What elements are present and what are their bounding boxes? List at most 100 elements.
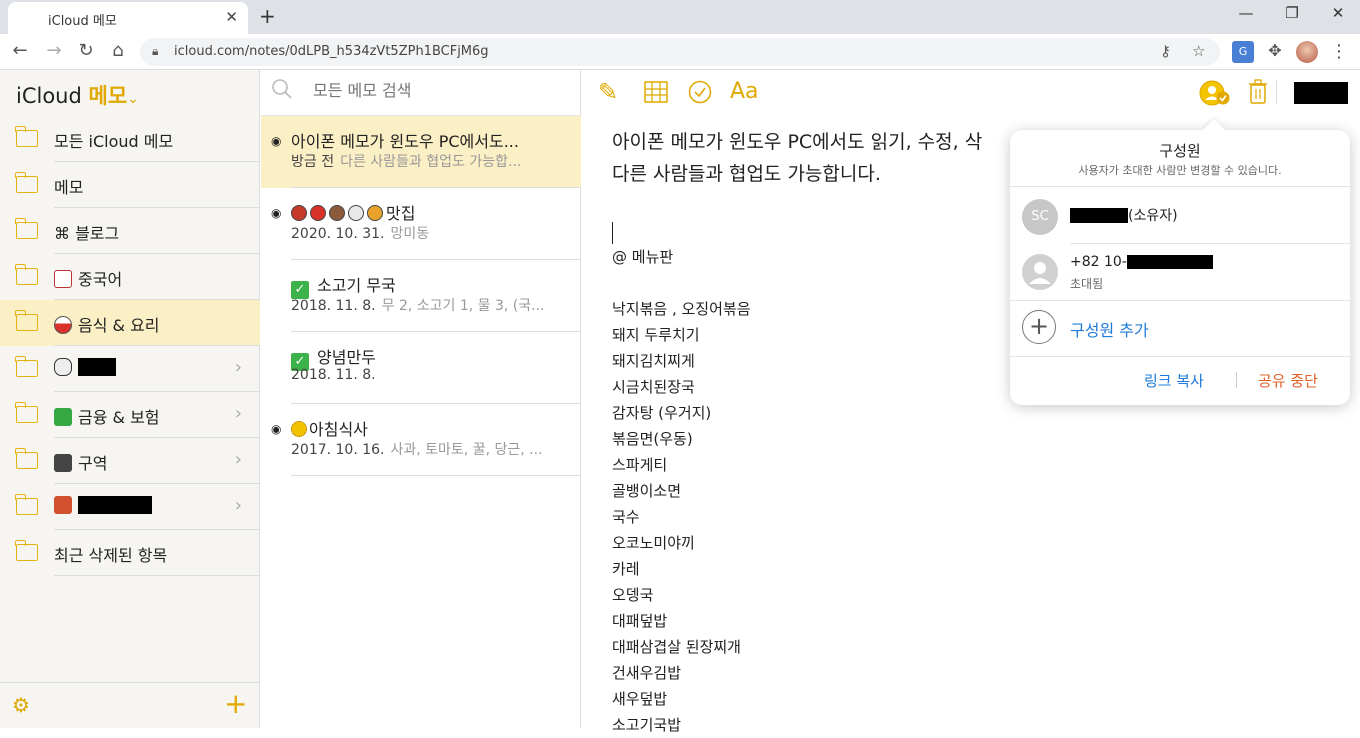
forward-button[interactable]: → (42, 40, 66, 61)
note-preview: 무 2, 소고기 1, 물 3, (국... (381, 298, 545, 314)
folder-item[interactable]: 금융 & 보험 › (0, 392, 260, 438)
shared-person-icon: ◉ (271, 134, 282, 148)
add-member-button[interactable]: 구성원 추가 (1070, 317, 1149, 341)
divider (291, 475, 581, 476)
folder-icon (15, 264, 38, 285)
member-invitee[interactable]: +82 10- 초대됨 (1010, 244, 1350, 300)
share-collaborators-icon[interactable] (1198, 79, 1232, 107)
table-icon[interactable] (644, 81, 668, 103)
note-line: 건새우김밥 (612, 664, 682, 682)
folder-item[interactable]: 최근 삭제된 항목 (0, 530, 260, 576)
folder-item[interactable]: ⌘ 블로그 (0, 208, 260, 254)
redacted-name (1070, 208, 1128, 223)
format-text-icon[interactable]: Aa (730, 79, 759, 104)
key-icon[interactable]: ⚷ (1160, 42, 1171, 60)
redacted-account-block (1294, 82, 1348, 104)
note-meta: 2020. 10. 31. 망미동 (291, 223, 429, 243)
lock-icon: 🔒︎ (152, 44, 159, 58)
app-brand[interactable]: iCloud 메모⌄ (16, 80, 139, 110)
chevron-right-icon[interactable]: › (235, 403, 242, 424)
note-list: ◉ 아이폰 메모가 윈도우 PC에서도... 방금 전 다른 사람들과 협업도 가능합… (261, 70, 581, 728)
browser-menu-icon[interactable]: ⋮ (1328, 41, 1350, 63)
note-date: 2020. 10. 31. (291, 226, 385, 242)
member-owner[interactable]: SC (소유자) (1010, 187, 1350, 243)
browser-tab-bar: iCloud 메모 ✕ + — ❐ ✕ (0, 0, 1360, 34)
folder-icon (15, 126, 38, 147)
invitee-status: 초대됨 (1070, 277, 1104, 291)
copy-link-button[interactable]: 링크 복사 (1144, 370, 1204, 391)
chevron-right-icon[interactable]: › (235, 495, 242, 516)
note-list-item[interactable]: ✓ 소고기 무국 2018. 11. 8. 무 2, 소고기 1, 물 3, (국..… (261, 260, 581, 332)
translate-extension-icon[interactable]: G (1232, 41, 1254, 63)
add-folder-button[interactable]: + (224, 687, 247, 720)
folder-item[interactable]: 메모 (0, 162, 260, 208)
trash-icon[interactable] (1248, 79, 1268, 105)
note-list-item[interactable]: ◉ 아이폰 메모가 윈도우 PC에서도... 방금 전 다른 사람들과 협업도 가능합… (261, 116, 581, 188)
divider (1010, 356, 1350, 357)
checklist-icon[interactable] (688, 80, 712, 104)
note-line: 오뎅국 (612, 586, 654, 604)
folder-icon (15, 310, 38, 331)
chevron-right-icon[interactable]: › (235, 449, 242, 470)
search-bar (261, 70, 581, 116)
popover-title: 구성원 (1159, 142, 1201, 160)
folder-label: 최근 삭제된 항목 (54, 546, 168, 565)
sidebar-footer: ⚙ + (0, 682, 260, 728)
folder-icon (15, 448, 38, 469)
note-list-item[interactable]: ◉ 아침식사 2017. 10. 16. 사과, 토마토, 꿀, 당근, ... (261, 404, 581, 476)
folder-label: 금융 & 보험 (54, 404, 160, 428)
address-bar: ← → ↻ ⌂ 🔒︎ icloud.com/notes/0dLPB_h534zV… (0, 34, 1360, 70)
folder-item[interactable]: 구역 › (0, 438, 260, 484)
folder-label (54, 358, 116, 377)
chevron-right-icon[interactable]: › (235, 357, 242, 378)
food-emoji-icon (310, 205, 326, 221)
folder-icon (15, 494, 38, 515)
folder-item[interactable]: 모든 iCloud 메모 (0, 116, 260, 162)
mahjong-icon (54, 270, 72, 288)
url-text: icloud.com/notes/0dLPB_h534zVt5ZPh1BCFjM… (174, 44, 489, 59)
search-input[interactable] (313, 81, 563, 100)
shared-person-icon: ◉ (271, 206, 282, 220)
editor-toolbar: ✎ Aa (582, 70, 1360, 116)
note-line: 골뱅이소면 (612, 482, 682, 500)
note-body[interactable]: @ 메뉴판 낙지볶음 , 오징어볶음 돼지 두루치기 돼지김치찌게 시금치된장국 감자탕 … (612, 244, 751, 738)
note-line: 돼지김치찌게 (612, 352, 695, 370)
reload-button[interactable]: ↻ (74, 40, 98, 61)
star-icon[interactable]: ☆ (1192, 42, 1205, 60)
note-meta: 2017. 10. 16. 사과, 토마토, 꿀, 당근, ... (291, 439, 543, 459)
add-member-icon[interactable]: + (1022, 310, 1056, 344)
book-icon (54, 496, 72, 514)
folder-item[interactable]: 음식 & 요리 (0, 300, 260, 346)
back-button[interactable]: ← (8, 40, 32, 61)
folder-item[interactable]: › (0, 346, 260, 392)
profile-avatar[interactable] (1296, 41, 1318, 63)
note-meta: 2018. 11. 8. 무 2, 소고기 1, 물 3, (국... (291, 295, 544, 315)
folder-item[interactable]: 중국어 (0, 254, 260, 300)
note-line: 낙지볶음 , 오징어볶음 (612, 300, 751, 318)
note-date: 2018. 11. 8. (291, 298, 376, 314)
note-list-item[interactable]: ◉ 맛집 2020. 10. 31. 망미동 (261, 188, 581, 260)
browser-tab[interactable]: iCloud 메모 ✕ (8, 2, 248, 34)
folder-item[interactable]: › (0, 484, 260, 530)
folder-label: 메모 (54, 178, 84, 197)
folder-label: 음식 & 요리 (54, 312, 160, 336)
extensions-icon[interactable]: ✥ (1264, 41, 1286, 63)
folder-icon (15, 172, 38, 193)
note-preview: 사과, 토마토, 꿀, 당근, ... (390, 442, 543, 458)
new-tab-button[interactable]: + (259, 4, 276, 28)
restore-button[interactable]: ❐ (1272, 4, 1312, 22)
note-preview: 망미동 (390, 226, 430, 242)
close-window-button[interactable]: ✕ (1318, 4, 1358, 22)
home-icon[interactable]: ⌂ (106, 40, 130, 61)
divider (54, 575, 260, 576)
stop-sharing-button[interactable]: 공유 중단 (1258, 370, 1318, 391)
compose-icon[interactable]: ✎ (598, 78, 618, 106)
url-field[interactable]: 🔒︎ icloud.com/notes/0dLPB_h534zVt5ZPh1BC… (140, 38, 1220, 66)
close-tab-icon[interactable]: ✕ (225, 8, 238, 26)
bowl-icon (54, 316, 72, 334)
minimize-button[interactable]: — (1226, 4, 1266, 22)
gear-icon[interactable]: ⚙ (12, 693, 30, 717)
redacted-label (78, 496, 152, 514)
shared-person-icon: ◉ (271, 422, 282, 436)
note-list-item[interactable]: ✓ 양념만두 2018. 11. 8. (261, 332, 581, 404)
